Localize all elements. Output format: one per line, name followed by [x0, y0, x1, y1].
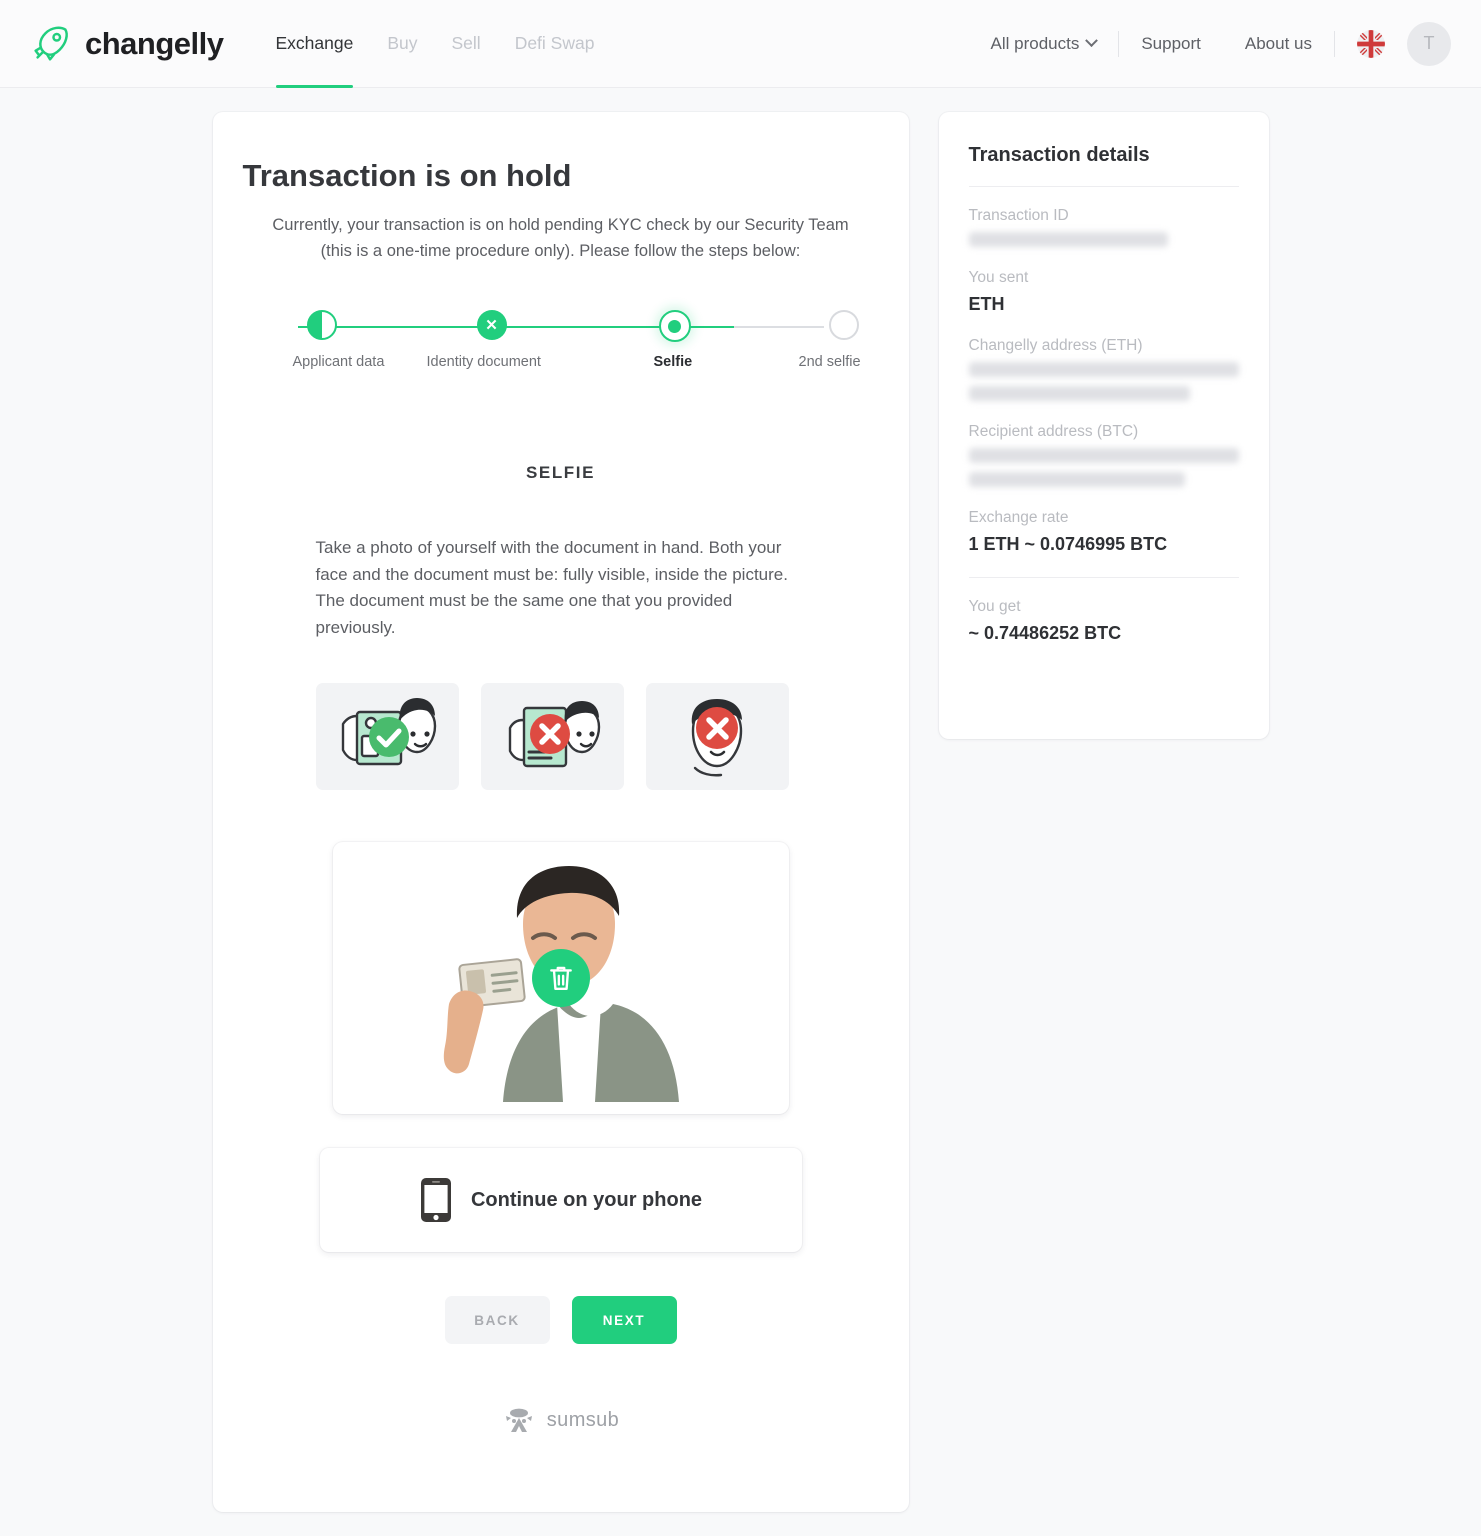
sumsub-wordmark: sumsub	[546, 1408, 620, 1431]
page-body: Transaction is on hold Currently, your t…	[0, 88, 1481, 1512]
avatar[interactable]: T	[1407, 21, 1451, 66]
back-button[interactable]: BACK	[444, 1296, 550, 1345]
kyc-stepper: ✕ Applicant data Identity document Selfi…	[281, 310, 861, 401]
divider	[968, 577, 1239, 578]
stepper-track	[297, 326, 824, 329]
support-link[interactable]: Support	[1119, 34, 1223, 54]
rocket-icon	[28, 21, 74, 67]
selfie-instructions: Take a photo of yourself with the docume…	[315, 538, 788, 637]
nav-item-exchange[interactable]: Exchange	[275, 0, 353, 88]
nav-item-sell[interactable]: Sell	[452, 0, 481, 88]
page-subtitle: Currently, your transaction is on hold p…	[272, 216, 849, 261]
header-right: All products Support About us T	[969, 21, 1451, 66]
redacted-value	[968, 386, 1190, 401]
detail-row-changelly-address: Changelly address (ETH)	[968, 337, 1239, 401]
nav-item-buy[interactable]: Buy	[387, 0, 417, 88]
next-button[interactable]: NEXT	[571, 1296, 677, 1345]
transaction-details-panel: Transaction details Transaction ID You s…	[938, 112, 1269, 739]
detail-label: Transaction ID	[968, 207, 1069, 224]
example-bad-document-covered	[480, 683, 624, 791]
brand-name: changelly	[85, 25, 224, 61]
nav-item-defi-swap[interactable]: Defi Swap	[515, 0, 595, 88]
continue-on-phone-button[interactable]: Continue on your phone	[319, 1148, 802, 1253]
detail-row-you-sent: You sent ETH	[969, 269, 1239, 315]
cross-badge-icon	[696, 706, 738, 749]
step-label-identity-document: Identity document	[426, 354, 541, 371]
detail-row-transaction-id: Transaction ID	[968, 207, 1239, 247]
cross-badge-icon	[530, 713, 570, 754]
transaction-details-title: Transaction details	[968, 144, 1150, 166]
detail-row-exchange-rate: Exchange rate 1 ETH ~ 0.0746995 BTC	[969, 509, 1239, 555]
trash-icon	[549, 966, 572, 991]
step-indicator-2nd-selfie[interactable]	[828, 310, 859, 341]
redacted-value	[968, 448, 1239, 463]
uk-flag-icon[interactable]	[1357, 29, 1385, 58]
all-products-dropdown[interactable]: All products	[969, 34, 1119, 54]
sumsub-logo-icon	[505, 1408, 532, 1433]
example-thumbnails	[315, 683, 806, 791]
empty-circle-icon	[828, 310, 859, 341]
step-indicator-identity-document[interactable]: ✕	[476, 310, 507, 341]
example-good-document-and-face	[315, 683, 459, 791]
half-circle-icon	[306, 310, 337, 341]
detail-value: ~ 0.74486252 BTC	[968, 623, 1122, 643]
check-badge-icon	[369, 716, 409, 757]
mobile-phone-icon	[420, 1178, 451, 1223]
primary-nav: Exchange Buy Sell Defi Swap	[275, 0, 595, 88]
all-products-label: All products	[990, 33, 1080, 53]
chevron-down-icon	[1085, 34, 1099, 48]
selfie-preview-card	[332, 842, 789, 1115]
detail-value: 1 ETH ~ 0.0746995 BTC	[968, 534, 1168, 554]
redacted-value	[968, 472, 1185, 487]
detail-label: You sent	[968, 269, 1029, 286]
close-icon: ✕	[476, 310, 507, 341]
divider	[968, 186, 1239, 187]
step-label-2nd-selfie: 2nd selfie	[798, 354, 861, 371]
detail-label: Exchange rate	[968, 509, 1069, 526]
detail-row-you-get: You get ~ 0.74486252 BTC	[969, 598, 1239, 644]
step-indicator-selfie[interactable]	[658, 310, 691, 343]
step-label-selfie: Selfie	[653, 354, 693, 371]
step-indicator-applicant-data[interactable]	[306, 310, 337, 341]
example-bad-no-document	[645, 683, 789, 791]
top-header: changelly Exchange Buy Sell Defi Swap Al…	[0, 0, 1481, 88]
delete-selfie-button[interactable]	[531, 949, 590, 1008]
header-divider	[1334, 30, 1335, 57]
step-label-applicant-data: Applicant data	[292, 354, 385, 371]
about-us-link[interactable]: About us	[1223, 34, 1334, 54]
page-title: Transaction is on hold	[242, 158, 572, 193]
redacted-value	[968, 232, 1169, 247]
continue-on-phone-label: Continue on your phone	[470, 1188, 703, 1211]
detail-label: Recipient address (BTC)	[968, 423, 1139, 440]
detail-label: Changelly address (ETH)	[968, 337, 1143, 354]
stepper-track-remaining	[734, 326, 824, 329]
active-step-icon	[658, 310, 691, 343]
kyc-main-card: Transaction is on hold Currently, your t…	[212, 112, 909, 1512]
sumsub-footer: sumsub	[213, 1406, 909, 1474]
detail-label: You get	[968, 598, 1021, 615]
form-actions: BACK NEXT	[213, 1296, 909, 1345]
section-title-selfie: SELFIE	[525, 463, 596, 483]
redacted-value	[968, 362, 1239, 377]
detail-value: ETH	[968, 294, 1005, 314]
detail-row-recipient-address: Recipient address (BTC)	[968, 423, 1239, 487]
brand[interactable]: changelly	[28, 21, 224, 67]
